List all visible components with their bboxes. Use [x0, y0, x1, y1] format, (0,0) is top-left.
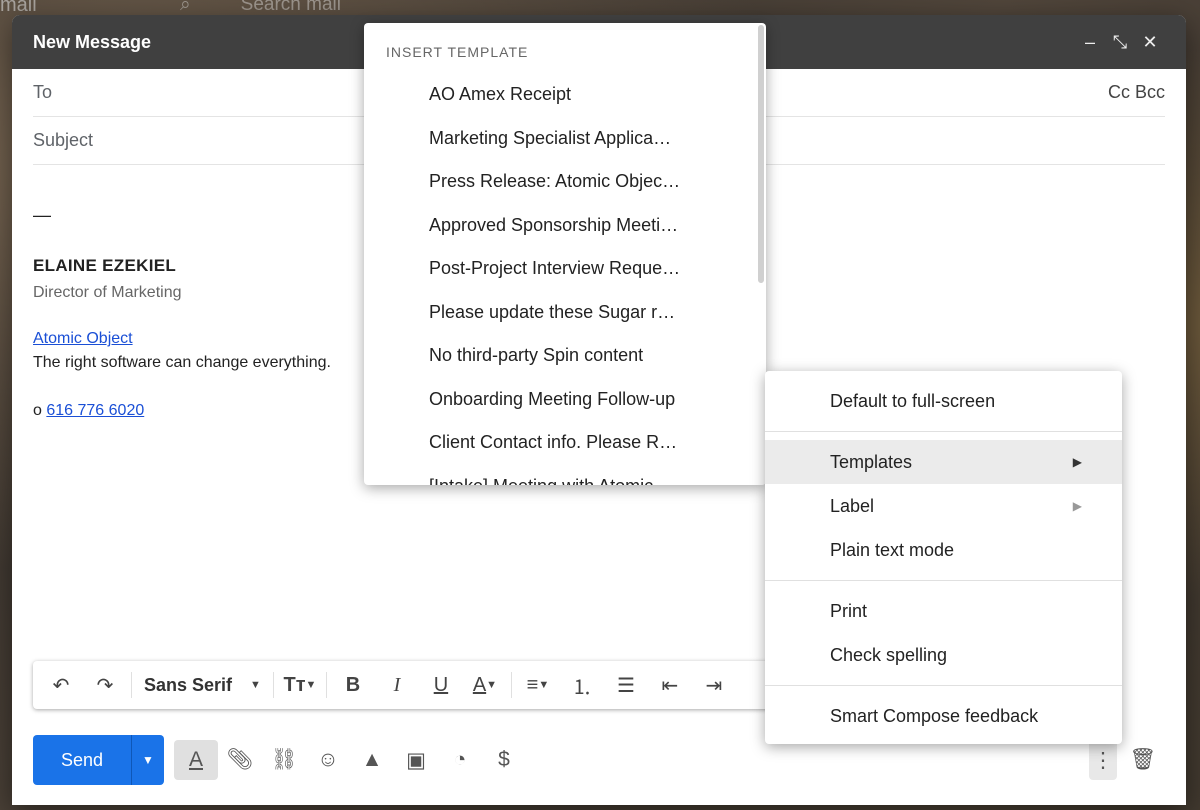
toolbar-divider — [325, 672, 327, 698]
font-size-icon[interactable]: Tт ▼ — [278, 667, 322, 703]
indent-less-icon[interactable]: ⇤ — [648, 667, 692, 703]
template-item[interactable]: Please update these Sugar r… — [364, 291, 766, 335]
toolbar-divider — [131, 672, 132, 698]
signature-company-link[interactable]: Atomic Object — [33, 330, 331, 348]
attach-file-icon[interactable]: 📎︎ — [218, 740, 262, 780]
indent-more-icon[interactable]: ⇥ — [692, 667, 736, 703]
template-item[interactable]: Press Release: Atomic Objec… — [364, 160, 766, 204]
template-item[interactable]: Post-Project Interview Reque… — [364, 247, 766, 291]
menu-item-label: Templates — [830, 451, 913, 472]
message-body[interactable]: — ELAINE EZEKIEL Director of Marketing A… — [33, 205, 331, 420]
background-search: ⌕ Search mail — [180, 0, 341, 16]
font-family-select[interactable]: Sans Serif ▼ — [136, 675, 269, 696]
font-family-value: Sans Serif — [144, 674, 233, 695]
menu-item-check-spelling[interactable]: Check spelling — [765, 633, 1122, 677]
undo-icon[interactable]: ↶ — [39, 667, 83, 703]
menu-item-templates[interactable]: Templates ▶ — [765, 440, 1122, 484]
redo-icon[interactable]: ↷ — [83, 667, 127, 703]
template-item[interactable]: [Intake] Meeting with Atomic… — [364, 465, 766, 485]
exit-fullscreen-icon[interactable]: ⤡ — [1105, 32, 1135, 53]
menu-item-plain-text-mode[interactable]: Plain text mode — [765, 528, 1122, 572]
chevron-down-icon: ▼ — [250, 679, 261, 691]
insert-template-menu: INSERT TEMPLATE AO Amex Receipt Marketin… — [364, 23, 766, 485]
google-drive-icon[interactable]: ▲ — [350, 740, 394, 780]
template-item[interactable]: Approved Sponsorship Meeti… — [364, 204, 766, 248]
subject-label: Subject — [33, 130, 94, 150]
search-icon: ⌕ — [180, 0, 191, 15]
bold-icon[interactable]: B — [331, 667, 375, 703]
underline-icon[interactable]: U — [419, 667, 463, 703]
template-item[interactable]: Client Contact info. Please R… — [364, 421, 766, 465]
template-item[interactable]: No third-party Spin content — [364, 334, 766, 378]
phone-prefix: o — [33, 402, 42, 419]
align-icon[interactable]: ≡ ▼ — [516, 667, 560, 703]
toolbar-divider — [272, 672, 274, 698]
template-item[interactable]: Onboarding Meeting Follow-up — [364, 378, 766, 422]
signature-separator: — — [33, 205, 51, 225]
menu-item-label-text: Label — [830, 495, 875, 516]
formatting-toolbar: ↶ ↷ Sans Serif ▼ Tт ▼ B I U A ▼ ≡ ▼ ⒈ ☰ ⇤ ⇥ — [33, 661, 793, 709]
emoji-icon[interactable]: ☺ — [306, 740, 350, 780]
minimize-icon[interactable]: – — [1075, 32, 1105, 53]
menu-divider — [765, 431, 1122, 432]
send-options-chevron-icon[interactable]: ▼ — [131, 735, 164, 785]
menu-item-default-fullscreen[interactable]: Default to full-screen — [765, 379, 1122, 423]
insert-link-icon[interactable]: ⛓ — [262, 740, 306, 780]
menu-item-print[interactable]: Print — [765, 589, 1122, 633]
menu-item-smart-compose-feedback[interactable]: Smart Compose feedback — [765, 694, 1122, 738]
menu-divider — [765, 685, 1122, 686]
insert-template-header: INSERT TEMPLATE — [386, 44, 529, 60]
toolbar-divider — [510, 672, 512, 698]
chevron-right-icon: ▶ — [1072, 455, 1082, 469]
insert-photo-icon[interactable]: ▣ — [394, 740, 438, 780]
more-options-menu: Default to full-screen Templates ▶ Label… — [765, 371, 1122, 744]
menu-divider — [765, 580, 1122, 581]
bulleted-list-icon[interactable]: ☰ — [604, 667, 648, 703]
confidential-mode-icon[interactable]: ◔ — [438, 740, 482, 780]
signature-tagline: The right software can change everything… — [33, 354, 331, 371]
to-label: To — [33, 82, 53, 102]
template-item[interactable]: AO Amex Receipt — [364, 73, 766, 117]
more-options-icon[interactable]: ⋮ — [1089, 740, 1117, 780]
close-icon[interactable]: ✕ — [1135, 32, 1165, 53]
send-button[interactable]: Send — [33, 735, 131, 785]
money-icon[interactable]: $ — [482, 740, 526, 780]
numbered-list-icon[interactable]: ⒈ — [560, 667, 604, 703]
signature-phone: o 616 776 6020 — [33, 402, 331, 420]
italic-icon[interactable]: I — [375, 667, 419, 703]
template-menu-scrollbar[interactable] — [758, 25, 764, 283]
chevron-right-icon: ▶ — [1072, 499, 1082, 513]
cc-bcc-link[interactable]: Cc Bcc — [1108, 82, 1165, 103]
signature-role: Director of Marketing — [33, 284, 182, 301]
menu-item-label[interactable]: Label ▶ — [765, 484, 1122, 528]
send-button-group: Send ▼ — [33, 735, 164, 785]
discard-draft-icon[interactable]: 🗑︎ — [1121, 740, 1165, 780]
phone-link[interactable]: 616 776 6020 — [46, 402, 144, 419]
signature-name: ELAINE EZEKIEL — [33, 256, 177, 275]
formatting-options-icon[interactable]: A — [174, 740, 218, 780]
template-item[interactable]: Marketing Specialist Applica… — [364, 117, 766, 161]
search-placeholder: Search mail — [240, 0, 341, 15]
bottom-right-actions: ⋮ 🗑︎ — [1089, 740, 1165, 780]
text-color-icon[interactable]: A ▼ — [463, 667, 507, 703]
